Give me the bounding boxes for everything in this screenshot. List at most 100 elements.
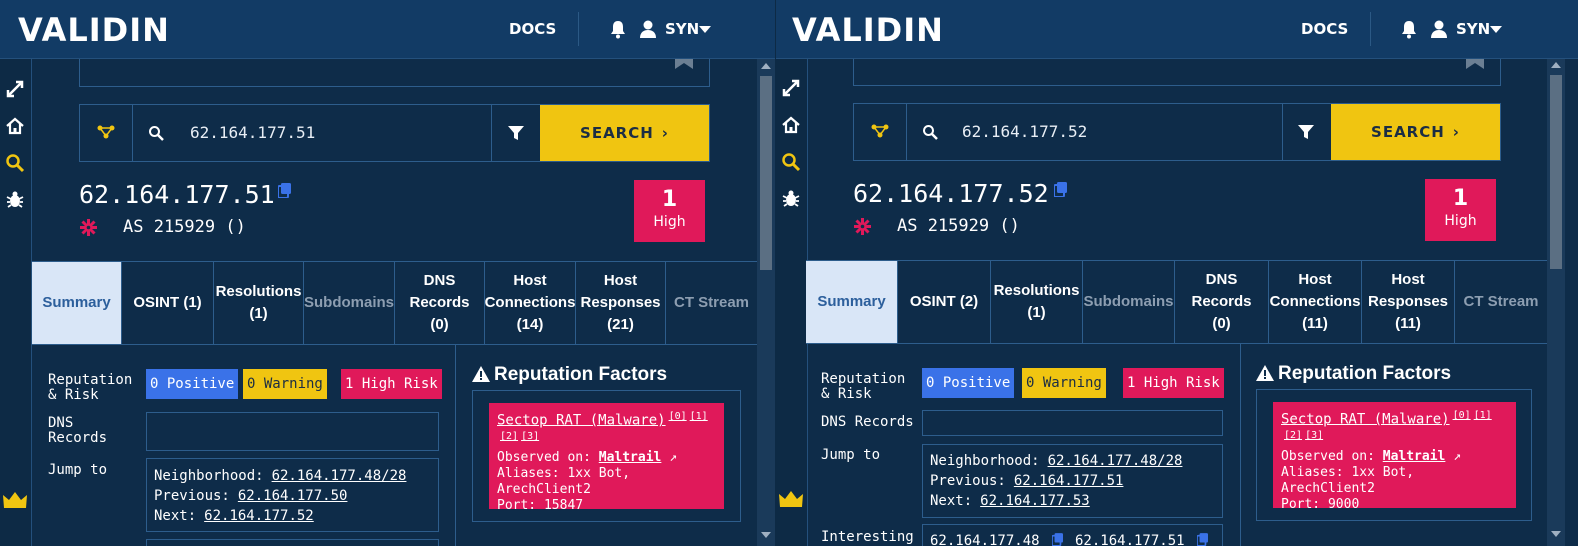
tab-host-connections[interactable]: Host Connections (11): [1269, 261, 1362, 343]
positive-button[interactable]: 0 Positive: [922, 368, 1015, 398]
tab-summary[interactable]: Summary: [32, 262, 122, 344]
risk-badge[interactable]: 1 High: [634, 180, 705, 242]
factor-ref[interactable]: [0]: [1453, 410, 1471, 421]
home-icon[interactable]: [781, 115, 801, 135]
bookmark-icon[interactable]: [1466, 59, 1484, 69]
search-icon[interactable]: [5, 153, 25, 173]
scroll-up-arrow[interactable]: [1551, 62, 1561, 68]
factor-ref[interactable]: [2]: [500, 431, 518, 442]
tab-subdomains[interactable]: Subdomains: [304, 262, 395, 344]
copy-icon[interactable]: [1052, 533, 1063, 546]
tab-dns-records[interactable]: DNS Records (0): [395, 262, 485, 344]
next-line: Next: 62.164.177.53: [930, 493, 1090, 509]
tab-host-connections[interactable]: Host Connections (14): [485, 262, 576, 344]
scroll-thumb[interactable]: [1550, 75, 1562, 269]
filter-icon[interactable]: [1298, 125, 1314, 140]
next-link[interactable]: 62.164.177.53: [980, 493, 1090, 509]
nav-divider: [578, 12, 579, 46]
factor-ref[interactable]: [0]: [669, 411, 687, 422]
docs-link[interactable]: DOCS: [509, 20, 556, 38]
user-icon[interactable]: [1430, 19, 1448, 39]
bell-icon[interactable]: [1400, 19, 1418, 39]
bookmark-icon[interactable]: [675, 59, 693, 69]
user-icon[interactable]: [639, 19, 657, 39]
high-risk-button[interactable]: 1 High Risk: [1123, 368, 1224, 398]
previous-link[interactable]: 62.164.177.50: [238, 488, 348, 504]
crown-icon[interactable]: [2, 490, 28, 510]
risk-count: 1: [661, 187, 678, 212]
filter-icon[interactable]: [508, 126, 524, 141]
bug-icon[interactable]: [781, 189, 801, 209]
expand-icon[interactable]: [5, 79, 25, 99]
external-link-icon[interactable]: ↗: [1445, 449, 1461, 464]
neighborhood-link[interactable]: 62.164.177.48/28: [272, 468, 407, 484]
high-risk-button[interactable]: 1 High Risk: [341, 369, 442, 399]
scroll-thumb[interactable]: [760, 76, 772, 270]
factor-name[interactable]: Sectop RAT (Malware): [1281, 411, 1450, 427]
validin-logo[interactable]: VALIDIN: [18, 11, 170, 49]
scroll-up-arrow[interactable]: [761, 63, 771, 69]
copy-icon[interactable]: [1197, 533, 1208, 546]
next-link[interactable]: 62.164.177.52: [204, 508, 314, 524]
user-menu-label[interactable]: SYN: [1456, 20, 1490, 38]
previous-label: Previous:: [154, 488, 230, 504]
next-label: Next:: [930, 493, 973, 509]
neighborhood-line: Neighborhood: 62.164.177.48/28: [154, 468, 406, 484]
tab-summary[interactable]: Summary: [806, 261, 898, 343]
interesting-ip[interactable]: 62.164.177.51: [1075, 533, 1185, 546]
home-icon[interactable]: [5, 116, 25, 136]
factor-ref[interactable]: [3]: [1305, 430, 1323, 441]
maltrail-link[interactable]: Maltrail: [599, 450, 662, 465]
reputation-factors-heading: Reputation Factors: [1256, 363, 1451, 385]
search-icon[interactable]: [781, 152, 801, 172]
maltrail-link[interactable]: Maltrail: [1383, 449, 1446, 464]
reputation-factors-title: Reputation Factors: [1278, 363, 1452, 384]
user-menu-label[interactable]: SYN: [665, 20, 699, 38]
expand-icon[interactable]: [781, 78, 801, 98]
bug-icon[interactable]: [5, 190, 25, 210]
validin-logo[interactable]: VALIDIN: [792, 11, 944, 49]
warning-button[interactable]: 0 Warning: [243, 369, 327, 399]
factor-name[interactable]: Sectop RAT (Malware): [497, 412, 666, 428]
tab-host-responses[interactable]: Host Responses (21): [576, 262, 666, 344]
reputation-risk-label: Reputation & Risk: [48, 372, 133, 403]
external-link-icon[interactable]: ↗: [661, 450, 677, 465]
tab-host-responses[interactable]: Host Responses (11): [1362, 261, 1455, 343]
tab-resolutions[interactable]: Resolutions (1): [991, 261, 1083, 343]
tab-osint[interactable]: OSINT (1): [122, 262, 214, 344]
copy-icon[interactable]: [1054, 182, 1067, 197]
tab-ct-stream[interactable]: CT Stream: [1455, 261, 1547, 343]
risk-level: High: [1444, 213, 1477, 229]
risk-badge[interactable]: 1 High: [1425, 179, 1496, 241]
previous-link[interactable]: 62.164.177.51: [1014, 473, 1124, 489]
interesting-ip[interactable]: 62.164.177.48: [930, 533, 1040, 546]
factor-ref[interactable]: [3]: [521, 431, 539, 442]
factor-ref[interactable]: [1]: [1474, 410, 1492, 421]
crown-icon[interactable]: [778, 489, 804, 509]
scroll-down-arrow[interactable]: [1551, 531, 1561, 537]
search-button[interactable]: SEARCH ›: [540, 105, 709, 161]
right-pane: VALIDIN DOCS SYN 62.164.177.52 SEARCH › 6…: [776, 0, 1578, 546]
filter-divider: [80, 105, 492, 161]
factor-ref[interactable]: [2]: [1284, 430, 1302, 441]
tab-subdomains[interactable]: Subdomains: [1083, 261, 1175, 343]
tab-bar: Summary OSINT (2) Resolutions (1) Subdom…: [806, 260, 1547, 344]
scroll-down-arrow[interactable]: [761, 532, 771, 538]
factor-ref[interactable]: [1]: [690, 411, 708, 422]
tab-dns-records[interactable]: DNS Records (0): [1175, 261, 1269, 343]
warning-button[interactable]: 0 Warning: [1022, 368, 1106, 398]
chevron-down-icon[interactable]: [1490, 26, 1502, 33]
previous-label: Previous:: [930, 473, 1006, 489]
copy-icon[interactable]: [278, 183, 291, 198]
positive-button[interactable]: 0 Positive: [146, 369, 239, 399]
docs-link[interactable]: DOCS: [1301, 20, 1348, 38]
scrollbar[interactable]: [1547, 59, 1565, 546]
neighborhood-link[interactable]: 62.164.177.48/28: [1048, 453, 1183, 469]
bell-icon[interactable]: [609, 19, 627, 39]
tab-ct-stream[interactable]: CT Stream: [666, 262, 757, 344]
tab-osint[interactable]: OSINT (2): [898, 261, 991, 343]
tab-resolutions[interactable]: Resolutions (1): [214, 262, 304, 344]
search-button[interactable]: SEARCH ›: [1331, 104, 1500, 160]
chevron-down-icon[interactable]: [699, 26, 711, 33]
scrollbar[interactable]: [757, 59, 775, 546]
